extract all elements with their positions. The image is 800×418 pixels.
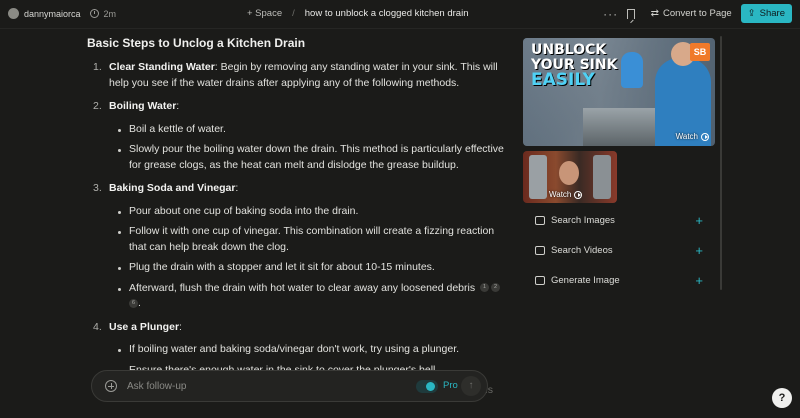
plunger-image [621,52,643,88]
bookmark-icon[interactable] [626,8,635,19]
watch-label: Watch [549,190,572,199]
step-item: 1. Clear Standing Water: Begin by removi… [87,60,507,91]
answer-heading: Basic Steps to Unclog a Kitchen Drain [87,36,306,50]
plus-icon[interactable]: + [695,213,703,228]
list-item: Follow it with one cup of vinegar. This … [109,224,507,255]
list-item: Boil a kettle of water. [109,122,507,138]
step-item: 2. Boiling Water: Boil a kettle of water… [87,99,507,173]
toolbar-right: ··· ⇄ Convert to Page ⇪ Share [601,4,792,23]
top-bar: dannymaiorca 2m + Space / how to unblock… [0,0,800,29]
watch-button[interactable]: Watch [676,132,709,141]
search-videos-label: Search Videos [551,244,613,256]
play-icon [574,190,583,199]
space-button[interactable]: + Space [247,8,282,19]
list-item-text: Afterward, flush the drain with hot wate… [129,281,476,294]
step-title: Baking Soda and Vinegar [109,182,236,194]
step-title: Clear Standing Water [109,61,215,73]
share-button[interactable]: ⇪ Share [740,4,792,23]
video-icon [535,245,545,255]
video-thumbnail[interactable]: UNBLOCK YOUR SINK EASILY SB Watch [523,38,715,146]
follow-up-input[interactable]: Ask follow-up [127,381,186,392]
search-images-label: Search Images [551,214,615,226]
search-images-button[interactable]: Search Images + [523,210,703,230]
answer-content: Basic Steps to Unclog a Kitchen Drain 1.… [87,36,507,407]
list-item: Slowly pour the boiling water down the d… [109,142,507,173]
step-colon: : [235,182,239,194]
citation-badge[interactable]: 1 [480,283,490,293]
watch-label: Watch [675,132,698,141]
list-item: Pour about one cup of baking soda into t… [109,204,507,220]
share-label: Share [759,8,785,19]
citation-badge[interactable]: 2 [491,283,501,293]
breadcrumb-separator: / [292,8,295,19]
generate-image-icon [535,275,545,285]
play-icon [701,132,709,141]
send-icon[interactable]: ↑ [461,376,481,396]
bullet-list: Pour about one cup of baking soda into t… [109,204,507,312]
step-number: 3. [93,182,102,194]
pro-toggle[interactable] [416,380,438,393]
plus-icon[interactable]: + [695,243,703,258]
follow-up-bar: Ask follow-up Pro ↑ [91,370,488,402]
step-number: 1. [93,61,102,73]
search-videos-button[interactable]: Search Videos + [523,240,703,260]
breadcrumb: + Space / how to unblock a clogged kitch… [247,8,468,19]
share-icon: ⇪ [747,8,756,19]
step-item: 3. Baking Soda and Vinegar: Pour about o… [87,181,507,312]
thumbnail-line: UNBLOCK [531,42,607,58]
thread-title[interactable]: how to unblock a clogged kitchen drain [305,8,469,19]
more-options-icon[interactable]: ··· [601,7,621,21]
watch-button[interactable]: Watch [549,190,583,199]
list-item: Afterward, flush the drain with hot wate… [109,281,507,312]
pro-label: Pro [443,380,458,391]
image-icon [535,215,545,225]
generate-image-label: Generate Image [551,274,620,286]
step-colon: : [176,100,180,112]
step-number: 4. [93,320,102,333]
username: dannymaiorca [24,8,81,19]
plus-icon[interactable]: + [695,273,703,288]
help-button[interactable]: ? [772,388,792,408]
scrollbar[interactable] [720,36,722,290]
pipe-image [529,155,547,199]
attach-icon[interactable] [105,380,117,392]
step-number: 2. [93,100,102,112]
channel-logo: SB [690,43,710,61]
avatar [8,8,19,19]
thread-author[interactable]: dannymaiorca 2m [8,8,116,19]
thumbnail-title: UNBLOCK YOUR SINK EASILY [531,42,617,90]
list-item: If boiling water and baking soda/vinegar… [109,342,507,358]
convert-to-page-button[interactable]: ⇄ Convert to Page [651,8,732,19]
clock-icon [89,9,99,18]
thumbnail-line: EASILY [531,70,595,90]
list-item: Plug the drain with a stopper and let it… [109,260,507,276]
citation-badge[interactable]: 6 [129,298,138,308]
convert-label: Convert to Page [663,8,732,19]
face-image [559,161,579,185]
pipe-image [593,155,611,199]
generate-image-button[interactable]: Generate Image + [523,270,703,290]
step-title: Use a Plunger [109,320,180,333]
bullet-list: Boil a kettle of water. Slowly pour the … [109,122,507,174]
timestamp: 2m [103,8,117,19]
step-title: Boiling Water [109,100,177,112]
video-thumbnail[interactable]: Watch [523,151,617,203]
step-colon: : [179,320,182,333]
shuffle-icon: ⇄ [650,8,660,19]
